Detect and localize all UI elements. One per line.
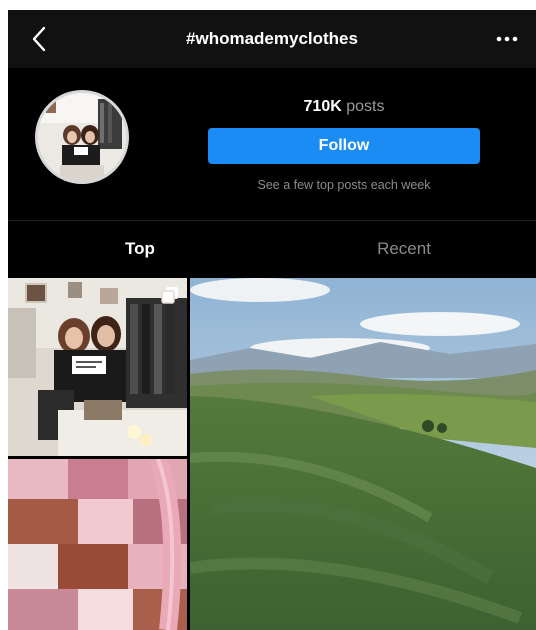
post-tabs: Top Recent (8, 220, 536, 277)
hashtag-avatar-photo (38, 93, 126, 181)
tab-top[interactable]: Top (8, 221, 272, 277)
more-options-button[interactable] (490, 26, 524, 52)
page-title: #whomademyclothes (186, 29, 358, 48)
top-posts-note: See a few top posts each week (257, 178, 431, 192)
post-green-hills-video[interactable] (190, 278, 536, 630)
top-bar: #whomademyclothes (8, 10, 536, 68)
multiple-photos-icon (161, 287, 178, 304)
post-count-value: 710K (303, 98, 342, 115)
ellipsis-icon (496, 36, 518, 42)
post-boutique-photo[interactable] (8, 278, 187, 456)
post-patchwork-knit-photo[interactable] (8, 459, 187, 630)
tab-recent[interactable]: Recent (272, 221, 536, 277)
post-grid (8, 278, 536, 630)
post-count: 710K posts (208, 98, 480, 116)
app-screen: #whomademyclothes 710K posts Follow See … (8, 10, 536, 630)
hashtag-stats: 710K posts Follow See a few top posts ea… (208, 98, 480, 192)
hashtag-header: 710K posts Follow See a few top posts ea… (8, 68, 536, 228)
avatar (35, 90, 129, 184)
post-count-label: posts (346, 98, 385, 115)
follow-button[interactable]: Follow (208, 128, 480, 164)
